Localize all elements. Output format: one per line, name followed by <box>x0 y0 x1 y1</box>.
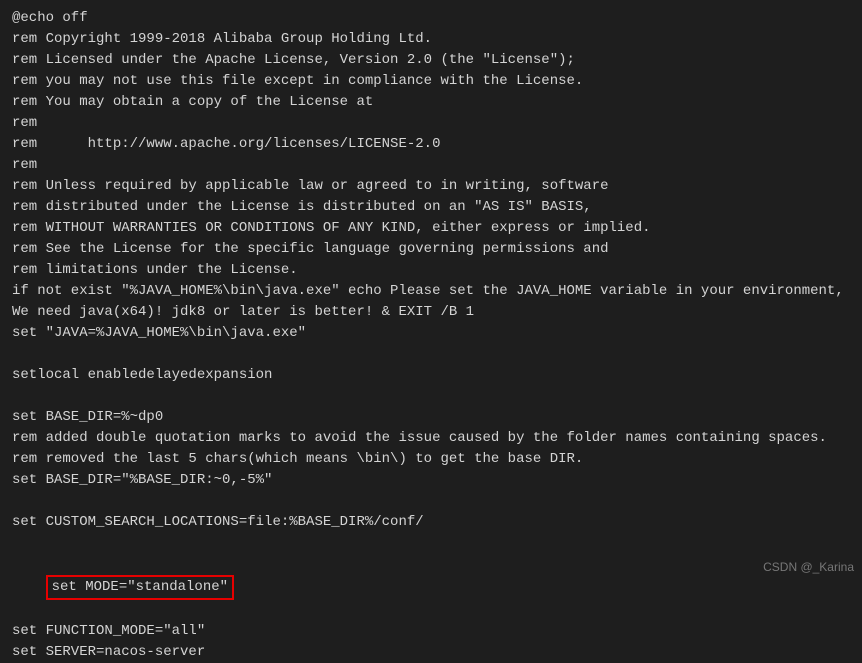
watermark: CSDN @_Karina <box>763 558 854 576</box>
code-line: rem distributed under the License is dis… <box>12 197 850 218</box>
code-line: rem limitations under the License. <box>12 260 850 281</box>
code-line: set "JAVA=%JAVA_HOME%\bin\java.exe" <box>12 323 850 344</box>
empty-line <box>12 533 850 554</box>
code-line: rem removed the last 5 chars(which means… <box>12 449 850 470</box>
code-line: set BASE_DIR=%~dp0 <box>12 407 850 428</box>
code-line: @echo off <box>12 8 850 29</box>
empty-line <box>12 491 850 512</box>
highlight-box: set MODE="standalone" <box>46 575 234 600</box>
code-line: rem added double quotation marks to avoi… <box>12 428 850 449</box>
code-line: set FUNCTION_MODE="all" <box>12 621 850 642</box>
code-line: rem <box>12 155 850 176</box>
empty-line <box>12 386 850 407</box>
code-line: rem you may not use this file except in … <box>12 71 850 92</box>
empty-line <box>12 344 850 365</box>
code-line: if not exist "%JAVA_HOME%\bin\java.exe" … <box>12 281 850 323</box>
code-line: rem You may obtain a copy of the License… <box>12 92 850 113</box>
code-line: set BASE_DIR="%BASE_DIR:~0,-5%" <box>12 470 850 491</box>
code-block: @echo off rem Copyright 1999-2018 Alibab… <box>12 8 850 663</box>
code-line: rem Unless required by applicable law or… <box>12 176 850 197</box>
code-line-highlighted: set MODE="standalone" <box>12 554 850 621</box>
code-line: rem <box>12 113 850 134</box>
code-line: rem Licensed under the Apache License, V… <box>12 50 850 71</box>
code-line: rem See the License for the specific lan… <box>12 239 850 260</box>
code-line: set SERVER=nacos-server <box>12 642 850 663</box>
code-line: set CUSTOM_SEARCH_LOCATIONS=file:%BASE_D… <box>12 512 850 533</box>
code-line: setlocal enabledelayedexpansion <box>12 365 850 386</box>
code-line: rem WITHOUT WARRANTIES OR CONDITIONS OF … <box>12 218 850 239</box>
code-line: rem http://www.apache.org/licenses/LICEN… <box>12 134 850 155</box>
code-line: rem Copyright 1999-2018 Alibaba Group Ho… <box>12 29 850 50</box>
